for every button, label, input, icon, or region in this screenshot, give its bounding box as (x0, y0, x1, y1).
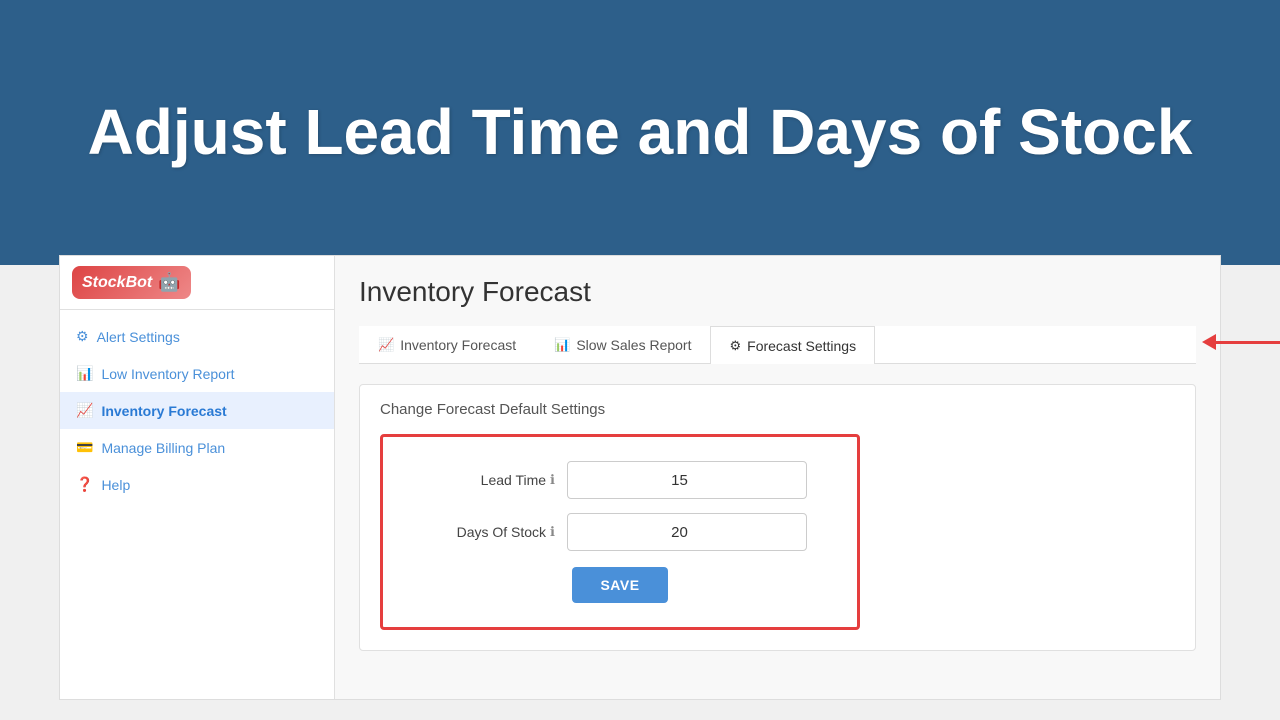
help-icon: ❓ (76, 476, 93, 493)
sidebar-item-low-inventory-report[interactable]: 📊 Low Inventory Report (60, 355, 334, 392)
sidebar-label-alert-settings: Alert Settings (97, 329, 180, 345)
settings-panel-title: Change Forecast Default Settings (380, 401, 1175, 418)
sidebar-label-help: Help (101, 477, 130, 493)
lead-time-input[interactable] (567, 461, 807, 499)
logo-text: StockBot (82, 274, 152, 292)
settings-panel: Change Forecast Default Settings Lead Ti… (359, 384, 1196, 651)
sidebar-label-low-inventory-report: Low Inventory Report (101, 366, 234, 382)
lead-time-label: Lead Time ℹ (415, 472, 555, 488)
gear-icon: ⚙ (76, 328, 89, 345)
hero-title: Adjust Lead Time and Days of Stock (88, 94, 1193, 171)
arrow-line (1216, 341, 1280, 344)
days-of-stock-input[interactable] (567, 513, 807, 551)
logo-box[interactable]: StockBot 🤖 (72, 266, 191, 299)
chart-bar-icon: 📊 (76, 365, 93, 382)
tab-gear-icon: ⚙ (729, 338, 741, 354)
days-of-stock-row: Days Of Stock ℹ (415, 513, 825, 551)
sidebar-item-alert-settings[interactable]: ⚙ Alert Settings (60, 318, 334, 355)
lead-time-info-icon[interactable]: ℹ (550, 472, 555, 488)
tab-bar-chart-icon: 📊 (554, 337, 570, 353)
sidebar-label-manage-billing-plan: Manage Billing Plan (101, 440, 225, 456)
arrow-annotation (1203, 334, 1280, 350)
chart-line-icon: 📈 (76, 402, 93, 419)
tab-chart-line-icon: 📈 (378, 337, 394, 353)
tabs-container: 📈 Inventory Forecast 📊 Slow Sales Report… (359, 326, 1196, 364)
sidebar-label-inventory-forecast: Inventory Forecast (101, 403, 226, 419)
sidebar-item-manage-billing-plan[interactable]: 💳 Manage Billing Plan (60, 429, 334, 466)
tab-label-forecast-settings: Forecast Settings (747, 338, 856, 354)
billing-icon: 💳 (76, 439, 93, 456)
save-row: SAVE (415, 567, 825, 603)
page-title: Inventory Forecast (359, 276, 1196, 308)
tab-inventory-forecast[interactable]: 📈 Inventory Forecast (359, 326, 535, 363)
save-button[interactable]: SAVE (572, 567, 667, 603)
tab-label-inventory-forecast: Inventory Forecast (400, 337, 516, 353)
main-content: Inventory Forecast 📈 Inventory Forecast … (335, 256, 1220, 699)
sidebar-nav: ⚙ Alert Settings 📊 Low Inventory Report … (60, 310, 334, 511)
tab-slow-sales-report[interactable]: 📊 Slow Sales Report (535, 326, 710, 363)
sidebar-item-help[interactable]: ❓ Help (60, 466, 334, 503)
sidebar-item-inventory-forecast[interactable]: 📈 Inventory Forecast (60, 392, 334, 429)
sidebar: StockBot 🤖 ⚙ Alert Settings 📊 Low Invent… (60, 256, 335, 699)
app-container: StockBot 🤖 ⚙ Alert Settings 📊 Low Invent… (59, 255, 1221, 700)
form-highlight-box: Lead Time ℹ Days Of Stock ℹ SAVE (380, 434, 860, 630)
days-of-stock-label: Days Of Stock ℹ (415, 524, 555, 540)
arrow-head (1202, 334, 1216, 350)
tab-forecast-settings[interactable]: ⚙ Forecast Settings (710, 326, 875, 364)
days-of-stock-info-icon[interactable]: ℹ (550, 524, 555, 540)
lead-time-row: Lead Time ℹ (415, 461, 825, 499)
logo-icon: 🤖 (158, 272, 180, 293)
sidebar-logo: StockBot 🤖 (60, 256, 334, 310)
hero-banner: Adjust Lead Time and Days of Stock (0, 0, 1280, 265)
tab-label-slow-sales-report: Slow Sales Report (576, 337, 691, 353)
